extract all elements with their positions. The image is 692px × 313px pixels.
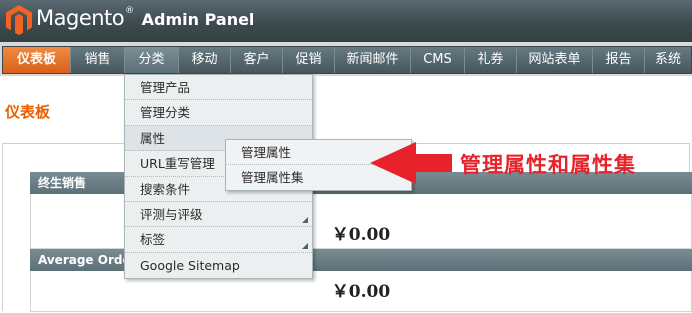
submenu-arrow-icon [302, 217, 308, 224]
app-logo[interactable]: Magento® Admin Panel [36, 6, 254, 30]
magento-logo-icon [6, 5, 32, 35]
annotation-label: 管理属性和属性集 [460, 153, 636, 177]
nav-item-newsletter[interactable]: 新闻邮件 [335, 47, 411, 73]
main-nav: 仪表板 销售 分类 移动 客户 促销 新闻邮件 CMS 礼券 网站表单 报告 系… [0, 42, 692, 76]
page-title: 仪表板 [5, 103, 51, 121]
nav-item-sales[interactable]: 销售 [71, 47, 125, 73]
menu-item-google-sitemap[interactable]: Google Sitemap [125, 253, 312, 278]
menu-item-reviews-ratings[interactable]: 评测与评级 [125, 202, 312, 228]
submenu-arrow-icon [302, 242, 308, 249]
admin-header: Magento® Admin Panel [0, 0, 692, 42]
nav-item-system[interactable]: 系统 [645, 47, 691, 73]
menu-item-tags[interactable]: 标签 [125, 227, 312, 253]
nav-item-promotions[interactable]: 促销 [283, 47, 335, 73]
nav-item-web-forms[interactable]: 网站表单 [517, 47, 593, 73]
nav-item-catalog[interactable]: 分类 [125, 47, 179, 73]
menu-item-manage-products[interactable]: 管理产品 [125, 75, 312, 101]
nav-item-reports[interactable]: 报告 [593, 47, 645, 73]
menu-item-manage-categories[interactable]: 管理分类 [125, 100, 312, 126]
nav-item-dashboard[interactable]: 仪表板 [3, 47, 71, 73]
annotation-arrow-icon [370, 142, 452, 184]
nav-item-mobile[interactable]: 移动 [179, 47, 231, 73]
nav-item-gift-cards[interactable]: 礼券 [465, 47, 517, 73]
nav-item-cms[interactable]: CMS [411, 47, 465, 73]
nav-item-customers[interactable]: 客户 [231, 47, 283, 73]
